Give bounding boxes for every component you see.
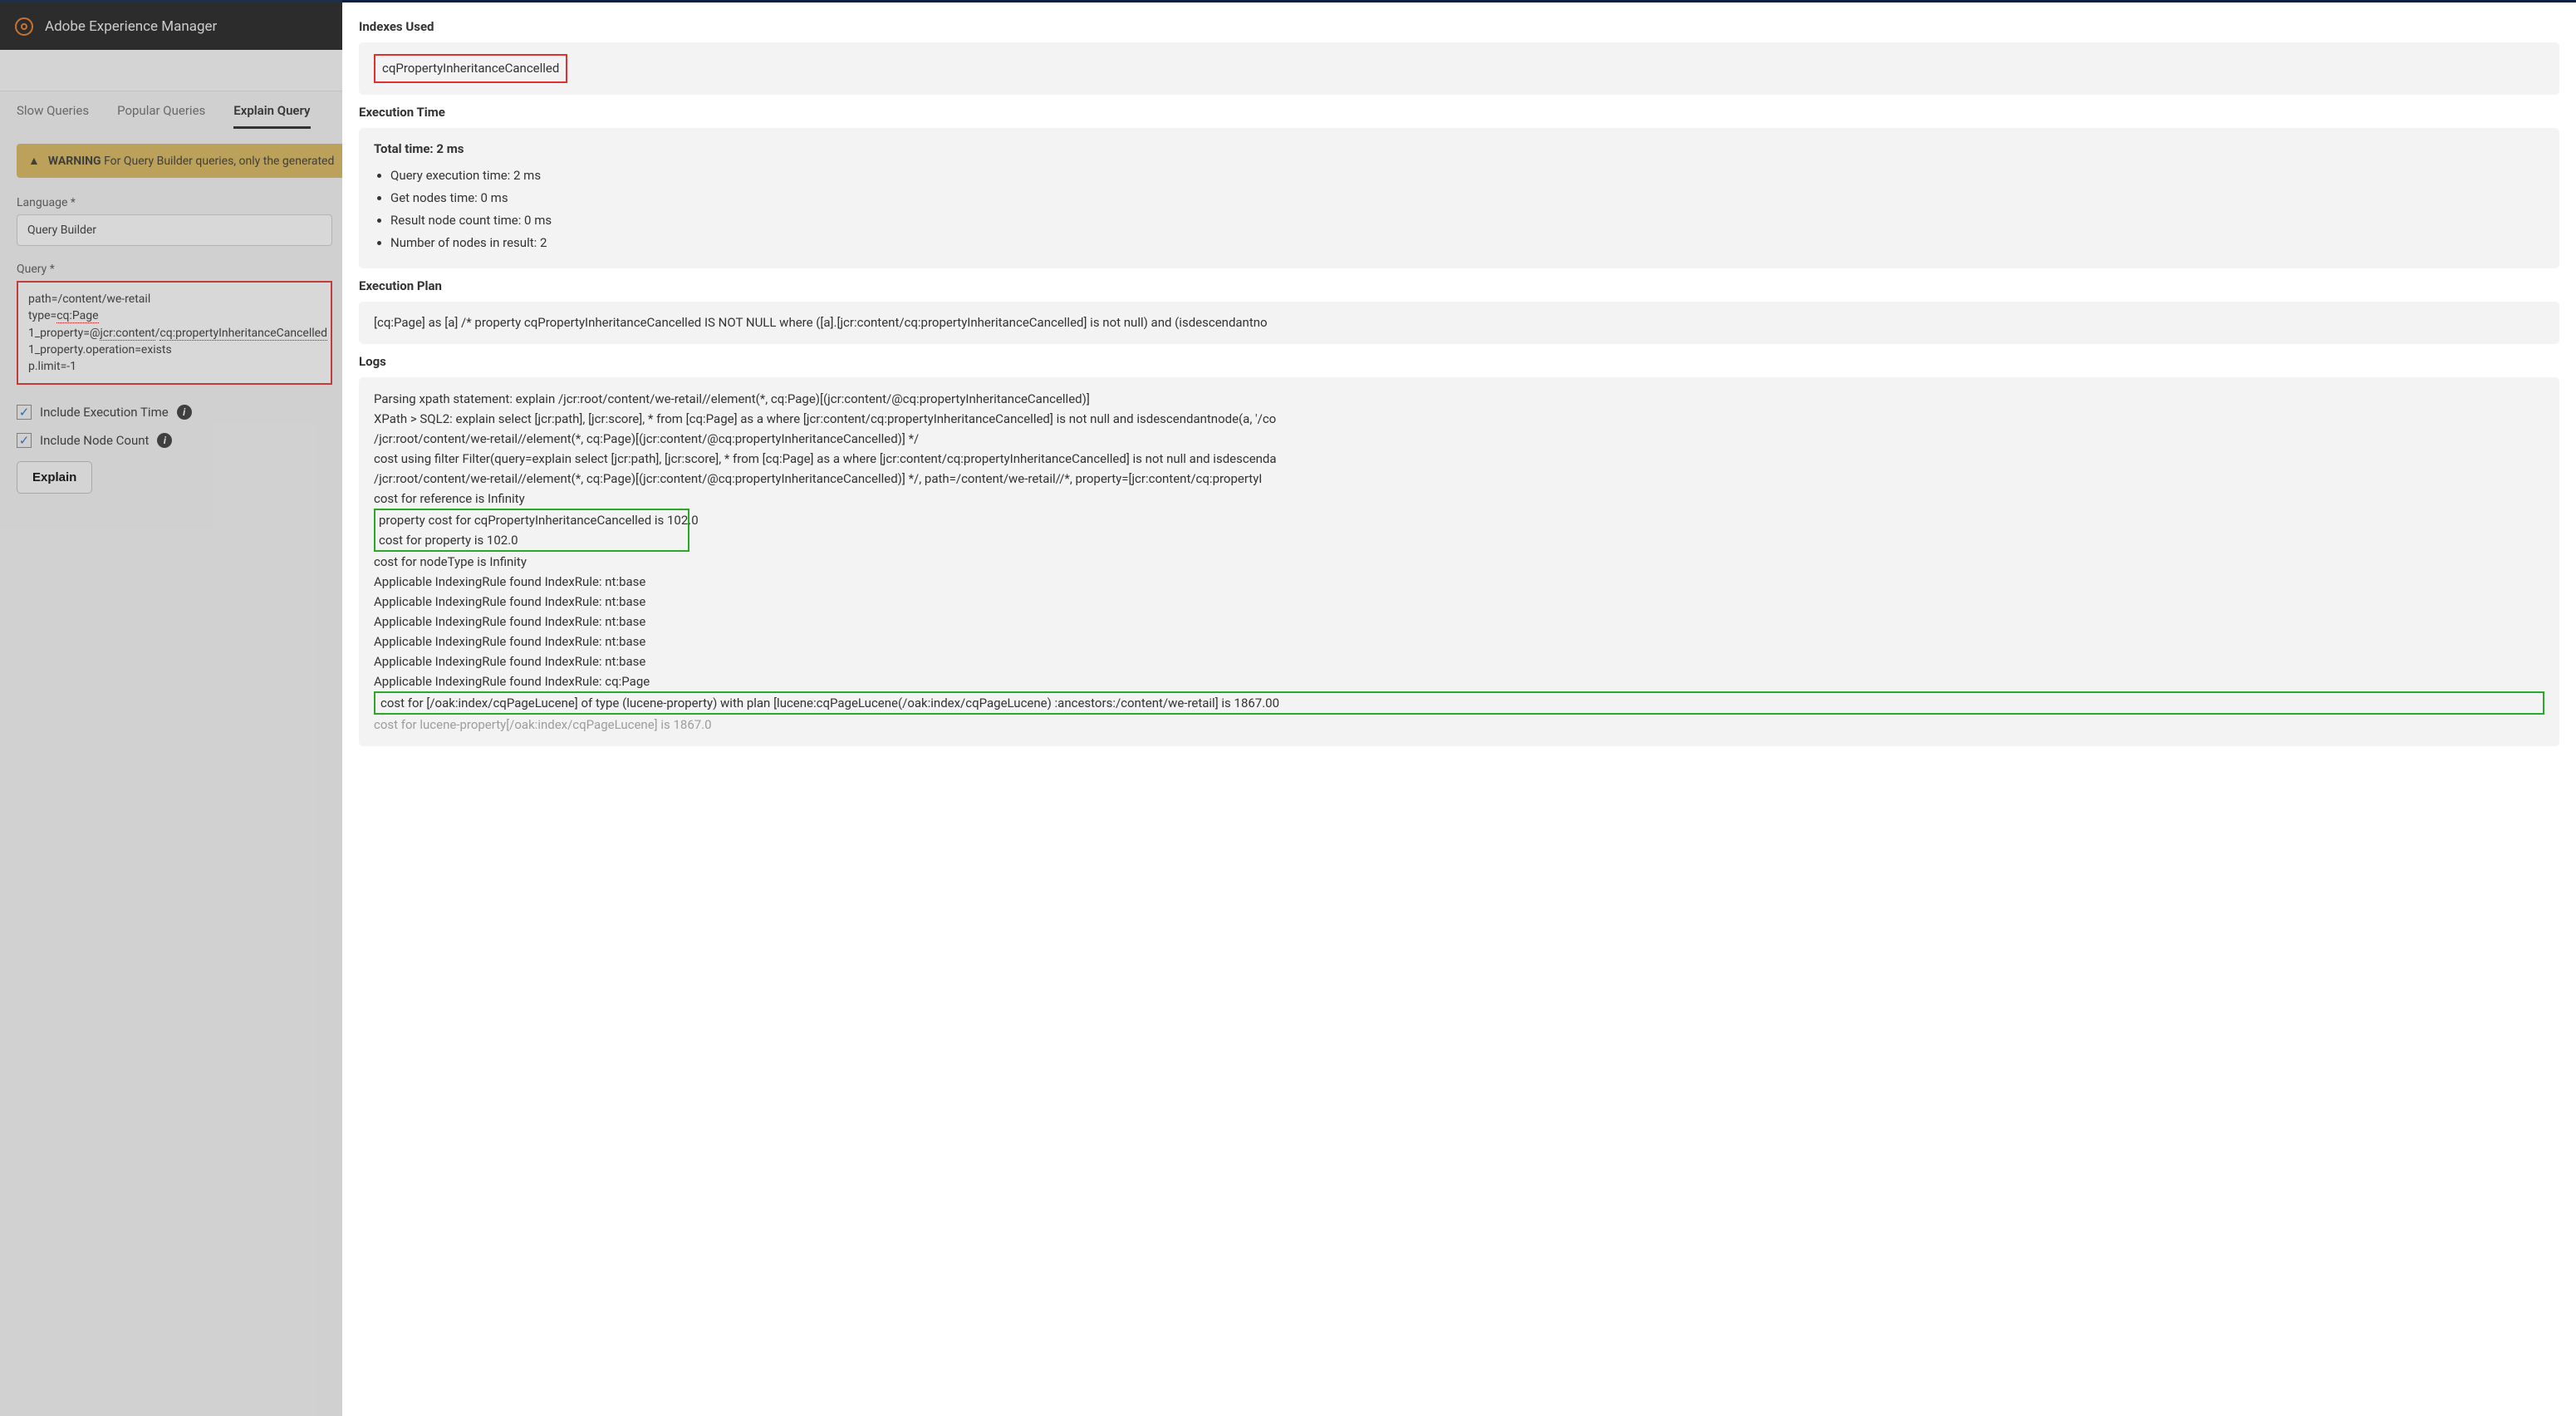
log-line: Applicable IndexingRule found IndexRule:… bbox=[374, 651, 2544, 671]
log-line: /jcr:root/content/we-retail//element(*, … bbox=[374, 469, 2544, 489]
indexes-used-title: Indexes Used bbox=[359, 19, 2559, 34]
log-line: cost for nodeType is Infinity bbox=[374, 552, 2544, 572]
log-highlight-green: property cost for cqPropertyInheritanceC… bbox=[374, 509, 689, 552]
log-highlight-green: cost for [/oak:index/cqPageLucene] of ty… bbox=[374, 691, 2544, 715]
log-line: cost for lucene-property[/oak:index/cqPa… bbox=[374, 715, 2544, 735]
log-line: cost for [/oak:index/cqPageLucene] of ty… bbox=[380, 693, 2538, 713]
log-line: Applicable IndexingRule found IndexRule:… bbox=[374, 572, 2544, 592]
log-line: cost for property is 102.0 bbox=[379, 530, 684, 550]
log-line: Applicable IndexingRule found IndexRule:… bbox=[374, 671, 2544, 691]
exec-time-bullet: Number of nodes in result: 2 bbox=[390, 234, 2544, 253]
execution-plan-title: Execution Plan bbox=[359, 278, 2559, 293]
total-time-label: Total time: 2 ms bbox=[374, 140, 2544, 159]
logs-title: Logs bbox=[359, 354, 2559, 369]
log-line: XPath > SQL2: explain select [jcr:path],… bbox=[374, 409, 2544, 429]
execution-time-title: Execution Time bbox=[359, 105, 2559, 120]
log-line: Applicable IndexingRule found IndexRule:… bbox=[374, 592, 2544, 612]
execution-time-box: Total time: 2 ms Query execution time: 2… bbox=[359, 128, 2559, 268]
log-line: /jcr:root/content/we-retail//element(*, … bbox=[374, 429, 2544, 449]
log-line: cost using filter Filter(query=explain s… bbox=[374, 449, 2544, 469]
execution-plan-box: [cq:Page] as [a] /* property cqPropertyI… bbox=[359, 302, 2559, 344]
log-line: Applicable IndexingRule found IndexRule:… bbox=[374, 612, 2544, 632]
log-line: cost for reference is Infinity bbox=[374, 489, 2544, 509]
log-line: property cost for cqPropertyInheritanceC… bbox=[379, 510, 684, 530]
log-line: Applicable IndexingRule found IndexRule:… bbox=[374, 632, 2544, 651]
exec-time-bullet: Get nodes time: 0 ms bbox=[390, 189, 2544, 208]
execution-plan-text: [cq:Page] as [a] /* property cqPropertyI… bbox=[374, 315, 1268, 330]
indexes-used-box: cqPropertyInheritanceCancelled bbox=[359, 42, 2559, 95]
log-line: Parsing xpath statement: explain /jcr:ro… bbox=[374, 389, 2544, 409]
logs-box: Parsing xpath statement: explain /jcr:ro… bbox=[359, 377, 2559, 746]
results-panel: Indexes Used cqPropertyInheritanceCancel… bbox=[342, 0, 2576, 1416]
exec-time-bullet: Query execution time: 2 ms bbox=[390, 166, 2544, 185]
exec-time-bullet: Result node count time: 0 ms bbox=[390, 211, 2544, 230]
index-name: cqPropertyInheritanceCancelled bbox=[374, 54, 567, 83]
